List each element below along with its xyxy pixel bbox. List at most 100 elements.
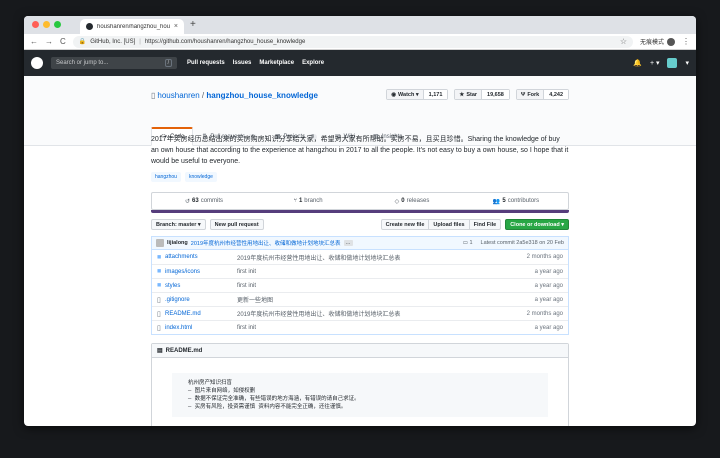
file-row: ■ images/icons first init a year ago	[152, 264, 568, 278]
star-count[interactable]: 19,658	[482, 90, 509, 99]
tab-title: houshanren/hangzhou_house_k	[97, 23, 170, 30]
incognito-icon	[667, 37, 675, 46]
incognito-indicator[interactable]: 无痕模式	[640, 37, 675, 46]
close-window-button[interactable]	[32, 21, 39, 28]
file-row: ■ styles first init a year ago	[152, 278, 568, 292]
file-name-link[interactable]: attachments	[165, 254, 237, 260]
commits-label: commits	[200, 198, 224, 204]
topic-tag[interactable]: knowledge	[184, 172, 217, 182]
nav-explore[interactable]: Explore	[302, 60, 324, 66]
file-commit-message[interactable]: first init	[237, 325, 535, 331]
user-avatar[interactable]	[667, 58, 678, 68]
file-navigation: Branch: master ▾ New pull request Create…	[151, 219, 569, 230]
readme-header: ▤ README.md	[152, 344, 568, 358]
clone-download-button[interactable]: Clone or download ▾	[505, 219, 569, 230]
browser-menu-button[interactable]: ⋮	[682, 37, 690, 46]
comment-count[interactable]: ▭ 1	[463, 240, 473, 246]
github-logo-icon[interactable]	[31, 57, 43, 69]
nav-pull-requests[interactable]: Pull requests	[187, 60, 225, 66]
file-commit-message[interactable]: 2019年度杭州市经营性用地出让、收储和做地计划地块汇总表	[237, 253, 527, 262]
topic-tag[interactable]: hangzhou	[151, 172, 181, 182]
repo-owner-link[interactable]: houshanren	[157, 91, 199, 100]
github-header: Search or jump to... / Pull requests Iss…	[24, 50, 696, 76]
branch-count: 1	[298, 198, 303, 204]
file-name-link[interactable]: index.html	[165, 325, 237, 331]
new-tab-button[interactable]: +	[190, 19, 196, 30]
branch-icon: ⑂	[293, 198, 297, 204]
lock-icon: 🔒	[78, 39, 87, 45]
file-name-link[interactable]: images/icons	[165, 269, 237, 275]
site-identity: GitHub, Inc. [US]	[90, 38, 136, 45]
commits-stat[interactable]: ↺ 63 commits	[152, 193, 256, 209]
bookmark-star-icon[interactable]: ☆	[620, 37, 627, 46]
minimize-window-button[interactable]	[43, 21, 50, 28]
folder-icon: ■	[157, 282, 162, 289]
reload-button[interactable]: C	[60, 37, 66, 46]
file-commit-message[interactable]: first init	[237, 269, 535, 275]
branch-select-button[interactable]: Branch: master ▾	[151, 219, 206, 230]
file-age: 2 months ago	[526, 310, 563, 317]
readme-title: README.md	[165, 347, 203, 354]
repo-description: 2017年买房经历总结出来的买房购房知识分享给大家，希望对大家有所帮助。买房不易…	[151, 136, 569, 165]
branch-stat[interactable]: ⑂ 1 branch	[256, 193, 360, 209]
fork-button[interactable]: Ψ Fork 4,242	[515, 89, 569, 100]
nav-marketplace[interactable]: Marketplace	[259, 60, 294, 66]
find-file-button[interactable]: Find File	[468, 219, 502, 230]
file-row: ▯ README.md 2019年度杭州市经营性用地出让、收储和做地计划地块汇总…	[152, 306, 568, 320]
commit-author[interactable]: lijialong	[167, 240, 188, 246]
tab-close-icon[interactable]: ×	[174, 23, 178, 30]
file-name-link[interactable]: README.md	[165, 311, 237, 317]
file-commit-message[interactable]: first init	[237, 283, 535, 289]
tag-icon: ◇	[394, 198, 400, 205]
watch-button[interactable]: ◉ Watch ▾ 1,171	[386, 89, 449, 100]
watch-count[interactable]: 1,171	[423, 90, 448, 99]
notifications-bell-icon[interactable]: 🔔	[633, 59, 642, 67]
readme-body: 杭州房产知识扫盲 — 图片来自网络，如侵权删 — 数据不保证完全准确，有些错误的…	[152, 358, 568, 426]
repo-actions: ◉ Watch ▾ 1,171 ★ Star 19,658 Ψ Fork 4,242	[386, 89, 569, 100]
star-label: Star	[466, 91, 478, 98]
zoom-window-button[interactable]	[54, 21, 61, 28]
star-button[interactable]: ★ Star 19,658	[454, 89, 510, 100]
latest-commit-info[interactable]: Latest commit 2a5e318 on 20 Feb	[481, 240, 564, 246]
incognito-label: 无痕模式	[639, 40, 664, 46]
history-icon: ↺	[184, 198, 190, 205]
avatar-caret-icon[interactable]: ▾	[685, 59, 689, 67]
book-icon: ▤	[157, 348, 163, 354]
forward-button[interactable]: →	[45, 37, 53, 46]
star-icon: ★	[459, 91, 465, 98]
nav-issues[interactable]: Issues	[233, 60, 252, 66]
github-search-input[interactable]: Search or jump to... /	[51, 57, 177, 69]
file-age: a year ago	[534, 324, 563, 331]
language-bar[interactable]	[151, 210, 569, 213]
contributors-stat[interactable]: 👥 5 contributors	[464, 193, 568, 209]
file-commit-message[interactable]: 更新一些地图	[237, 295, 535, 304]
folder-icon: ■	[157, 253, 162, 261]
contributors-count: 5	[502, 198, 506, 204]
file-icon: ▯	[157, 324, 161, 332]
url-input[interactable]: 🔒 GitHub, Inc. [US] | https://github.com…	[72, 35, 633, 48]
commit-message-link[interactable]: 2019年度杭州市经营性用地出让、收储和做地计划地块汇总表	[191, 239, 341, 247]
search-placeholder: Search or jump to...	[56, 60, 109, 66]
address-bar: ← → C 🔒 GitHub, Inc. [US] | https://gith…	[24, 34, 696, 50]
fork-count[interactable]: 4,242	[544, 90, 568, 99]
new-pull-request-button[interactable]: New pull request	[209, 219, 264, 230]
browser-tab[interactable]: houshanren/hangzhou_house_k ×	[80, 19, 184, 34]
file-commit-message[interactable]: 2019年度杭州市经营性用地出让、收储和做地计划地块汇总表	[237, 309, 527, 318]
file-name-link[interactable]: styles	[165, 283, 237, 289]
comment-count-value: 1	[469, 240, 473, 246]
create-new-button[interactable]: + ▾	[650, 59, 660, 67]
commit-expand-button[interactable]: …	[343, 240, 353, 246]
fork-icon: Ψ	[520, 91, 526, 98]
folder-icon: ■	[157, 268, 162, 275]
commit-author-avatar[interactable]	[156, 239, 164, 247]
file-name-link[interactable]: .gitignore	[165, 297, 237, 303]
upload-files-button[interactable]: Upload files	[428, 219, 470, 230]
comment-icon: ▭	[462, 240, 468, 246]
github-header-right: 🔔 + ▾ ▾	[633, 58, 689, 68]
repo-book-icon: ▯	[151, 91, 156, 100]
create-new-file-button[interactable]: Create new file	[380, 219, 430, 230]
back-button[interactable]: ←	[30, 37, 38, 46]
repo-name-link[interactable]: hangzhou_house_knowledge	[206, 91, 318, 100]
releases-stat[interactable]: ◇ 0 releases	[360, 193, 464, 209]
topic-list: hangzhou knowledge	[151, 172, 569, 182]
